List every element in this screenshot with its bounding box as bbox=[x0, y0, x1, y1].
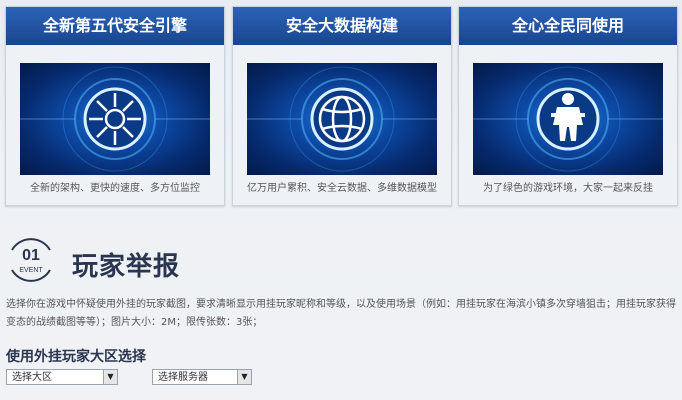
area-select[interactable]: 选择大区 ▼ bbox=[6, 369, 118, 385]
soldier-icon bbox=[473, 66, 663, 172]
region-select-title: 使用外挂玩家大区选择 bbox=[6, 349, 146, 365]
feature-cards: 全新第五代安全引擎 全新的架构、更快的速度、多方位监控 安全大数据构建 亿万用户… bbox=[0, 0, 682, 206]
globe-icon bbox=[247, 66, 437, 172]
feature-card-bigdata: 安全大数据构建 亿万用户累积、安全云数据、多维数据模型 bbox=[232, 6, 452, 206]
card-title: 安全大数据构建 bbox=[233, 7, 451, 45]
section-title: 玩家举报 bbox=[72, 252, 181, 282]
area-select-value: 选择大区 bbox=[12, 372, 52, 383]
chevron-down-icon[interactable]: ▼ bbox=[237, 370, 251, 384]
card-image bbox=[473, 63, 663, 175]
event-badge-icon: 01 EVENT bbox=[11, 238, 51, 282]
engine-sun-icon bbox=[20, 66, 210, 172]
card-caption: 亿万用户累积、安全云数据、多维数据模型 bbox=[247, 183, 437, 194]
feature-card-community: 全心全民同使用 为了绿色的游戏环境，大家一起来反挂 bbox=[458, 6, 678, 206]
card-title: 全新第五代安全引擎 bbox=[6, 7, 224, 45]
event-badge: 01 EVENT bbox=[6, 234, 56, 284]
event-label: EVENT bbox=[19, 267, 43, 274]
card-caption: 全新的架构、更快的速度、多方位监控 bbox=[30, 183, 200, 194]
server-select[interactable]: 选择服务器 ▼ bbox=[152, 369, 252, 385]
report-description: 选择你在游戏中怀疑使用外挂的玩家截图，要求清晰显示用挂玩家昵称和等级，以及使用场… bbox=[6, 299, 676, 328]
card-caption: 为了绿色的游戏环境，大家一起来反挂 bbox=[483, 183, 653, 194]
card-title: 全心全民同使用 bbox=[459, 7, 677, 45]
server-select-value: 选择服务器 bbox=[158, 372, 208, 383]
feature-card-engine: 全新第五代安全引擎 全新的架构、更快的速度、多方位监控 bbox=[5, 6, 225, 206]
card-image bbox=[20, 63, 210, 175]
card-image bbox=[247, 63, 437, 175]
event-number: 01 bbox=[22, 247, 40, 264]
chevron-down-icon[interactable]: ▼ bbox=[103, 370, 117, 384]
